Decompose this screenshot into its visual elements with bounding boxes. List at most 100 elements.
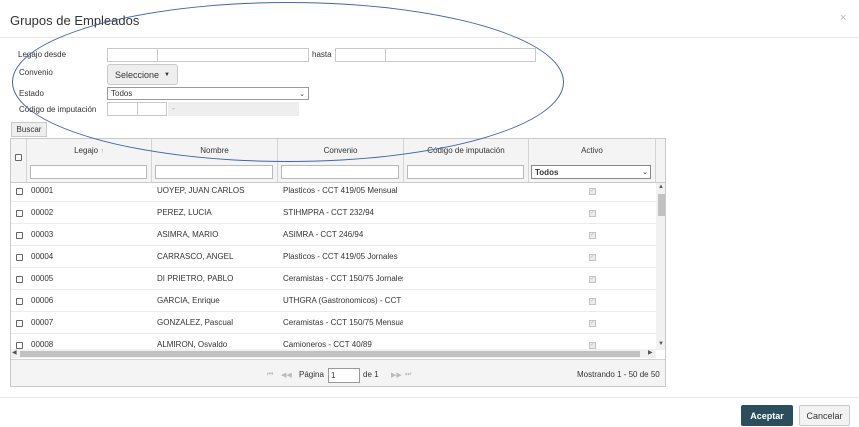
legajo-desde-label: Legajo desde (18, 50, 67, 59)
row-activo-checkbox (589, 187, 596, 195)
column-convenio[interactable]: Convenio (278, 139, 404, 182)
dialog-title: Grupos de Empleados (10, 13, 140, 28)
activo-filter-select[interactable]: Todos ⌄ (531, 165, 651, 179)
employees-grid: Legajo ↑ Nombre Convenio Código de imput… (10, 138, 666, 387)
legajo-hasta-code-input[interactable] (335, 48, 386, 62)
row-convenio: Ceramistas - CCT 150/75 Mensual (283, 318, 403, 327)
record-count: Mostrando 1 - 50 de 50 (577, 370, 660, 379)
page-number-input[interactable]: 1 (328, 368, 360, 383)
chevron-down-icon: ⌄ (299, 90, 305, 98)
legajo-hasta-name-input[interactable] (385, 48, 536, 62)
row-legajo: 00002 (31, 208, 54, 217)
row-legajo: 00007 (31, 318, 54, 327)
table-row[interactable]: 00008 ALMIRON, Osvaldo Camioneros - CCT … (11, 334, 656, 349)
row-activo-checkbox (589, 209, 596, 217)
legajo-filter-input[interactable] (30, 165, 147, 179)
estado-select[interactable]: Todos ⌄ (107, 87, 309, 100)
title-divider (0, 37, 859, 38)
column-activo[interactable]: Activo Todos ⌄ (529, 139, 656, 182)
convenio-label: Convenio (19, 68, 53, 77)
row-activo-checkbox (589, 253, 596, 261)
codigo-filter-input[interactable] (407, 165, 524, 179)
column-nombre[interactable]: Nombre (152, 139, 278, 182)
row-activo-checkbox (589, 341, 596, 349)
legajo-desde-name-input[interactable] (157, 48, 309, 62)
horizontal-scroll-thumb[interactable] (20, 351, 640, 357)
table-row[interactable]: 00002 PEREZ, LUCIA STIHMPRA - CCT 232/94 (11, 202, 656, 224)
first-page-icon[interactable]: ⏮ (267, 371, 273, 379)
pagina-label: Página (299, 370, 324, 379)
row-checkbox[interactable] (16, 254, 23, 261)
row-checkbox[interactable] (16, 320, 23, 327)
legajo-desde-code-input[interactable] (107, 48, 158, 62)
row-convenio: ASIMRA - CCT 246/94 (283, 230, 364, 239)
row-convenio: Ceramistas - CCT 150/75 Jornales (283, 274, 403, 283)
codigo-imputacion-input-2[interactable] (137, 102, 167, 116)
buscar-button[interactable]: Buscar (11, 122, 47, 137)
prev-page-icon[interactable]: ◀◀ (281, 371, 292, 379)
column-legajo[interactable]: Legajo ↑ (27, 139, 152, 182)
row-checkbox[interactable] (16, 276, 23, 283)
de-label: de 1 (363, 370, 379, 379)
row-legajo: 00005 (31, 274, 54, 283)
header-scroll-spacer (656, 139, 665, 182)
row-activo-checkbox (589, 275, 596, 283)
table-row[interactable]: 00004 CARRASCO, ANGEL Plasticos - CCT 41… (11, 246, 656, 268)
row-legajo: 00001 (31, 186, 54, 195)
estado-value: Todos (111, 89, 133, 98)
column-convenio-label: Convenio (323, 146, 358, 155)
table-row[interactable]: 00006 GARCIA, Enrique UTHGRA (Gastronomi… (11, 290, 656, 312)
cancelar-button[interactable]: Cancelar (799, 405, 850, 426)
caret-down-icon: ▼ (164, 71, 170, 78)
row-convenio: Plasticos - CCT 419/05 Mensual (283, 186, 398, 195)
codigo-imputacion-input-1[interactable] (107, 102, 138, 116)
last-page-icon[interactable]: ⏭ (405, 371, 411, 379)
row-convenio: STIHMPRA - CCT 232/94 (283, 208, 374, 217)
hasta-label: hasta (312, 50, 332, 59)
vertical-scroll-thumb[interactable] (658, 194, 665, 216)
row-checkbox[interactable] (16, 232, 23, 239)
scroll-up-icon[interactable]: ▲ (658, 184, 664, 190)
row-checkbox[interactable] (16, 210, 23, 217)
scroll-down-icon[interactable]: ▼ (658, 341, 664, 347)
column-codigo[interactable]: Código de imputación (404, 139, 529, 182)
header-select-all (11, 139, 27, 182)
codigo-imputacion-desc: - (168, 102, 299, 116)
next-page-icon[interactable]: ▶▶ (391, 371, 402, 379)
nombre-filter-input[interactable] (155, 165, 273, 179)
column-codigo-label: Código de imputación (427, 146, 505, 155)
column-activo-label: Activo (581, 146, 603, 155)
row-convenio: UTHGRA (Gastronomicos) - CCT (283, 296, 402, 305)
codigo-dash: - (172, 104, 175, 113)
row-nombre: PEREZ, LUCIA (157, 208, 212, 217)
close-icon[interactable]: × (840, 12, 846, 24)
row-nombre: ALMIRON, Osvaldo (157, 340, 228, 349)
row-activo-checkbox (589, 319, 596, 327)
table-row[interactable]: 00003 ASIMRA, MARIO ASIMRA - CCT 246/94 (11, 224, 656, 246)
footer-divider (0, 397, 859, 398)
row-legajo: 00006 (31, 296, 54, 305)
table-row[interactable]: 00007 GONZALEZ, Pascual Ceramistas - CCT… (11, 312, 656, 334)
row-checkbox[interactable] (16, 298, 23, 305)
codigo-imputacion-label: Código de imputación (19, 105, 97, 114)
table-row[interactable]: 00005 DI PRIETRO, PABLO Ceramistas - CCT… (11, 268, 656, 290)
row-convenio: Camioneros - CCT 40/89 (283, 340, 372, 349)
row-checkbox[interactable] (16, 188, 23, 195)
chevron-down-icon: ⌄ (642, 169, 648, 176)
pager: ⏮ ◀◀ | Página 1 de 1 ▶▶ ⏭ Mostrando 1 - … (11, 359, 665, 386)
scroll-left-icon[interactable]: ◀ (12, 349, 17, 356)
convenio-button-label: Seleccione (115, 69, 160, 80)
convenio-filter-input[interactable] (281, 165, 399, 179)
row-nombre: GARCIA, Enrique (157, 296, 220, 305)
column-legajo-label: Legajo (74, 146, 99, 155)
row-activo-checkbox (589, 231, 596, 239)
row-nombre: UOYEP, JUAN CARLOS (157, 186, 245, 195)
convenio-select-button[interactable]: Seleccione ▼ (107, 64, 178, 85)
scroll-right-icon[interactable]: ▶ (648, 349, 653, 356)
row-legajo: 00008 (31, 340, 54, 349)
sort-asc-icon: ↑ (100, 148, 104, 155)
select-all-checkbox[interactable] (15, 154, 22, 161)
table-row[interactable]: 00001 UOYEP, JUAN CARLOS Plasticos - CCT… (11, 180, 656, 202)
row-checkbox[interactable] (16, 342, 23, 349)
aceptar-button[interactable]: Aceptar (741, 405, 793, 426)
